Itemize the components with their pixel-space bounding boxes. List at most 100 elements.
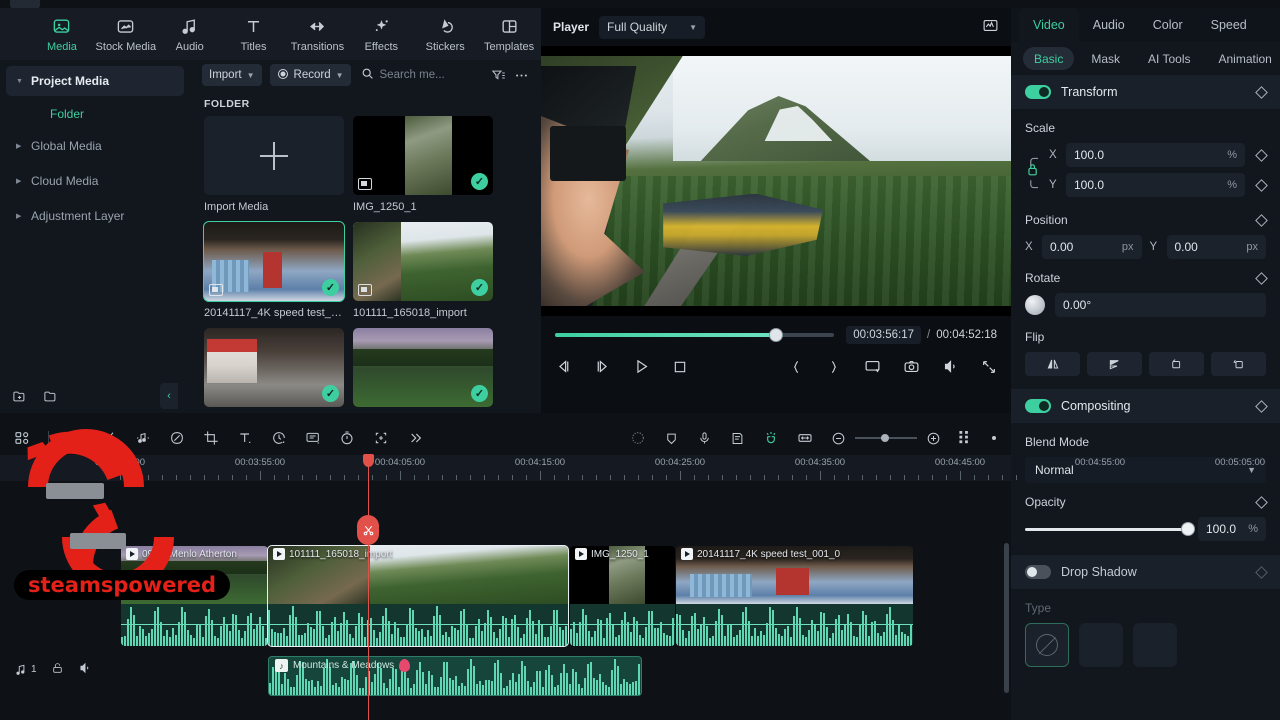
speaker-icon[interactable]	[942, 358, 959, 375]
media-item-import[interactable]: Import Media	[204, 116, 344, 213]
zoom-slider[interactable]	[855, 434, 917, 442]
fit-width-icon[interactable]	[797, 430, 813, 446]
mark-out-icon[interactable]	[826, 359, 842, 375]
link-icon[interactable]	[169, 430, 185, 446]
zoom-slider-handle[interactable]	[881, 434, 890, 442]
sidebar-item-adjustment-layer[interactable]: ▶ Adjustment Layer	[6, 201, 184, 231]
playhead-handle[interactable]	[363, 454, 374, 467]
rotate-right-icon[interactable]	[1149, 352, 1204, 376]
trash-icon[interactable]	[67, 430, 83, 446]
rotate-dial[interactable]	[1025, 295, 1045, 315]
remove-folder-icon[interactable]	[43, 389, 58, 404]
flip-horizontal-icon[interactable]	[1025, 352, 1080, 376]
media-thumbnail[interactable]: ✓	[353, 328, 493, 407]
speed-icon[interactable]	[271, 430, 287, 446]
shield-marker-icon[interactable]	[664, 431, 679, 446]
link-scale-icon[interactable]	[1025, 153, 1041, 193]
render-dashed-icon[interactable]	[630, 430, 646, 446]
media-item[interactable]: ✓ IMG_1250_1	[353, 116, 493, 213]
media-thumbnail[interactable]: ✓	[353, 222, 493, 301]
timeline-clip[interactable]: 20141117_4K speed test_001_0	[676, 546, 913, 646]
flip-vertical-icon[interactable]	[1087, 352, 1142, 376]
compositing-keyframe-icon[interactable]	[1255, 399, 1268, 413]
import-button[interactable]: Import ▼	[202, 64, 262, 86]
tab-stickers[interactable]: Stickers	[413, 16, 477, 53]
tab-stock-media[interactable]: Stock Media	[94, 16, 158, 53]
playhead[interactable]	[363, 454, 374, 720]
drop-shadow-toggle[interactable]	[1025, 565, 1051, 579]
opacity-input[interactable]: 100.0 %	[1198, 517, 1266, 541]
media-thumbnail[interactable]: ✓	[204, 328, 344, 407]
timeline-vertical-scrollbar[interactable]	[1004, 543, 1009, 693]
timeline-audio-clip[interactable]: ♪ Mountains & Meadows	[268, 656, 642, 696]
marker-pin-icon[interactable]	[399, 659, 411, 672]
play-icon[interactable]	[633, 358, 650, 375]
scale-y-keyframe-icon[interactable]	[1255, 178, 1268, 192]
subtab-animation[interactable]: Animation	[1207, 47, 1280, 70]
next-frame-icon[interactable]	[594, 358, 611, 375]
sidebar-item-folder[interactable]: Folder	[6, 101, 184, 127]
new-folder-icon[interactable]	[12, 389, 27, 404]
stop-icon[interactable]	[672, 359, 688, 375]
scissors-icon[interactable]	[101, 430, 117, 446]
minus-circle-icon[interactable]	[831, 431, 846, 446]
tab-effects[interactable]: Effects	[349, 16, 413, 53]
timer-icon[interactable]	[339, 430, 355, 446]
prev-frame-icon[interactable]	[555, 358, 572, 375]
opacity-keyframe-icon[interactable]	[1255, 495, 1268, 509]
text-icon[interactable]	[237, 430, 253, 446]
magnet-icon[interactable]	[763, 430, 779, 446]
media-thumbnail[interactable]: ✓	[353, 116, 493, 195]
position-x-input[interactable]: 0.00 px	[1042, 235, 1142, 259]
monitor-icon[interactable]	[864, 358, 881, 375]
transform-toggle[interactable]	[1025, 85, 1051, 99]
player-seek-bar[interactable]	[555, 329, 835, 341]
mute-icon[interactable]	[78, 661, 92, 678]
timeline-clip[interactable]: 09-11 Menlo Atherton	[121, 546, 268, 646]
timeline-ruler[interactable]: 00:03:45:00 00:03:55:00 00:04:05:00 00:0…	[0, 455, 1265, 481]
rotate-keyframe-icon[interactable]	[1255, 271, 1268, 285]
collapse-panel-icon[interactable]: ‹	[160, 383, 178, 409]
overflow-dot-icon[interactable]	[991, 435, 997, 441]
player-seek-handle[interactable]	[769, 329, 782, 341]
media-item[interactable]: ✓ 101111_165018_import	[353, 222, 493, 319]
split-at-playhead-button[interactable]	[357, 515, 379, 545]
waveform-scope-icon[interactable]	[982, 17, 999, 37]
filter-icon[interactable]	[491, 68, 506, 83]
mark-in-icon[interactable]	[788, 359, 804, 375]
sidebar-item-cloud-media[interactable]: ▶ Cloud Media	[6, 166, 184, 196]
search-input[interactable]	[379, 69, 483, 81]
position-y-input[interactable]: 0.00 px	[1166, 235, 1266, 259]
rotate-left-icon[interactable]	[1211, 352, 1266, 376]
tab-audio[interactable]: Audio	[1079, 8, 1139, 42]
microphone-icon[interactable]	[697, 431, 712, 446]
rotate-input[interactable]: 0.00°	[1055, 293, 1266, 317]
shadow-type-none[interactable]	[1025, 623, 1069, 667]
opacity-slider[interactable]	[1025, 523, 1194, 535]
more-options-icon[interactable]	[514, 68, 529, 83]
tab-media[interactable]: Media	[30, 16, 94, 53]
camera-icon[interactable]	[903, 358, 920, 375]
subtab-mask[interactable]: Mask	[1080, 47, 1131, 70]
expand-icon[interactable]	[981, 359, 997, 375]
tab-titles[interactable]: Titles	[222, 16, 286, 53]
quality-dropdown[interactable]: Full Quality ▼	[599, 15, 705, 39]
lock-icon[interactable]	[51, 662, 64, 678]
transform-keyframe-icon[interactable]	[1255, 85, 1268, 99]
shadow-type-option-3[interactable]	[1133, 623, 1177, 667]
shadow-type-option-2[interactable]	[1079, 623, 1123, 667]
plus-circle-icon[interactable]	[926, 431, 941, 446]
crop-icon[interactable]	[203, 430, 219, 446]
music-split-icon[interactable]	[135, 430, 151, 446]
media-item[interactable]: ✓	[353, 328, 493, 407]
timeline-clip[interactable]: IMG_1250_1	[570, 546, 675, 646]
record-button[interactable]: Record ▼	[269, 64, 351, 86]
subtab-basic[interactable]: Basic	[1023, 47, 1075, 70]
scale-x-input[interactable]: 100.0 %	[1066, 143, 1245, 167]
media-thumbnail[interactable]: ✓	[203, 221, 345, 302]
tab-audio[interactable]: Audio	[158, 16, 222, 53]
import-media-dropzone[interactable]	[204, 116, 344, 195]
subtab-ai-tools[interactable]: AI Tools	[1137, 47, 1201, 70]
sidebar-item-project-media[interactable]: ▼ Project Media	[6, 66, 184, 96]
scale-x-keyframe-icon[interactable]	[1255, 148, 1268, 162]
